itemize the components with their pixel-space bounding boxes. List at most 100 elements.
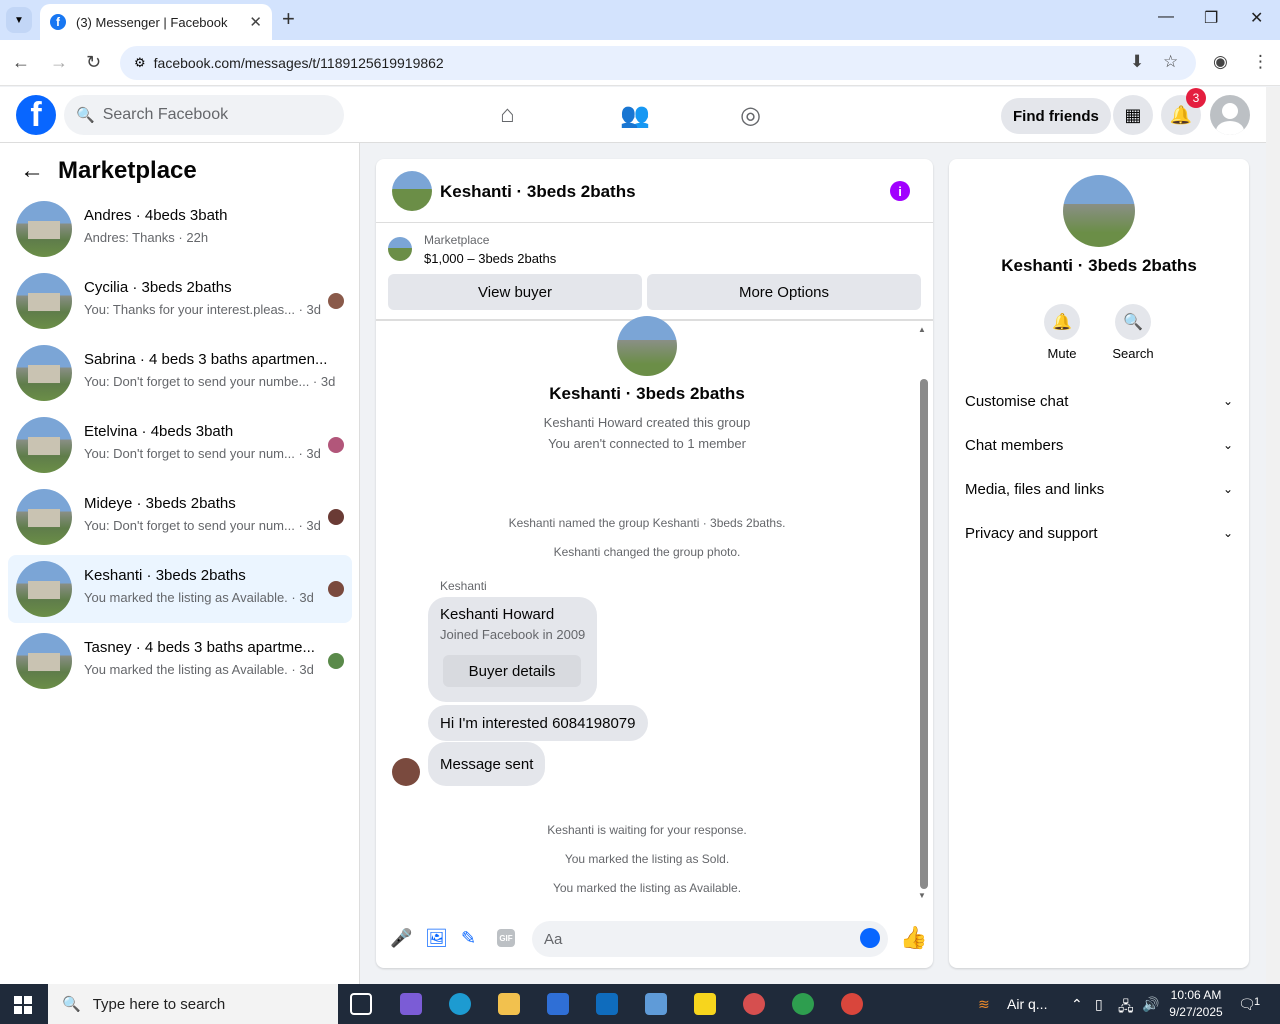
window-close-icon[interactable]: ✕: [1250, 8, 1263, 28]
notification-badge: 3: [1186, 88, 1206, 108]
chevron-up-icon[interactable]: ⌃: [1071, 996, 1083, 1013]
message-bubble[interactable]: Message sent: [428, 742, 546, 786]
conversation-item[interactable]: Tasney · 4 beds 3 baths apartme... You m…: [8, 627, 352, 695]
scroll-down-icon[interactable]: ▼: [918, 891, 926, 900]
outlook-icon[interactable]: [596, 993, 618, 1015]
search-action[interactable]: 🔍 Search: [1103, 304, 1163, 361]
emoji-icon[interactable]: [860, 928, 880, 948]
chevron-down-icon: ⌄: [1222, 394, 1233, 408]
photo-icon[interactable]: 🖼: [425, 928, 448, 949]
microphone-icon[interactable]: 🎤: [390, 928, 412, 949]
app-icon[interactable]: [645, 993, 667, 1015]
back-icon[interactable]: ←: [12, 52, 30, 73]
sender-avatar[interactable]: [392, 758, 420, 786]
conversation-item[interactable]: Etelvina · 4beds 3bath You: Don't forget…: [8, 411, 352, 479]
customise-chat-section[interactable]: Customise chat ⌄: [965, 389, 1233, 413]
listing-thumbnail: [16, 489, 72, 545]
section-label: Chat members: [965, 436, 1064, 454]
chat-header: Keshanti · 3beds 2baths i: [376, 159, 933, 223]
chevron-down-icon: ▼: [14, 14, 24, 26]
info-icon[interactable]: i: [890, 181, 910, 201]
privacy-support-section[interactable]: Privacy and support ⌄: [965, 521, 1233, 545]
scroll-up-icon[interactable]: ▲: [918, 325, 926, 334]
facebook-search-input[interactable]: 🔍 Search Facebook: [64, 95, 344, 135]
url-text: facebook.com/messages/t/1189125619919862: [153, 55, 444, 71]
media-files-section[interactable]: Media, files and links ⌄: [965, 477, 1233, 501]
paint-icon[interactable]: [743, 993, 765, 1015]
gif-icon[interactable]: GIF: [497, 929, 515, 947]
mute-action[interactable]: 🔔 Mute: [1032, 304, 1092, 361]
group-avatar-large: [1063, 175, 1135, 247]
copilot-icon[interactable]: [400, 993, 422, 1015]
menu-grid-icon[interactable]: ▦: [1113, 95, 1153, 135]
find-friends-button[interactable]: Find friends: [1001, 98, 1111, 134]
conversation-item-active[interactable]: Keshanti · 3beds 2baths You marked the l…: [8, 555, 352, 623]
conversation-item[interactable]: Cycilia · 3beds 2baths You: Thanks for y…: [8, 267, 352, 335]
conversation-name: Etelvina · 4beds 3bath: [84, 423, 234, 440]
reload-icon[interactable]: ↻: [86, 52, 101, 73]
conversation-item[interactable]: Mideye · 3beds 2baths You: Don't forget …: [8, 483, 352, 551]
install-app-icon[interactable]: ⬇: [1130, 52, 1144, 72]
conversation-preview: You marked the listing as Available. · 3…: [84, 590, 314, 605]
store-icon[interactable]: [547, 993, 569, 1015]
network-icon[interactable]: 🖧: [1118, 996, 1134, 1020]
back-arrow-icon[interactable]: ←: [20, 157, 44, 185]
windows-start-icon[interactable]: [14, 996, 32, 1014]
listing-thumbnail: [16, 417, 72, 473]
device-icon[interactable]: ▯: [1095, 996, 1103, 1013]
tab-search-button[interactable]: ▼: [6, 7, 32, 33]
friends-icon[interactable]: 👥: [620, 101, 650, 130]
view-buyer-button[interactable]: View buyer: [388, 274, 642, 310]
browser-tab[interactable]: f (3) Messenger | Facebook ✕: [40, 4, 272, 40]
profile-icon[interactable]: ◉: [1213, 52, 1228, 72]
air-quality-icon[interactable]: ≋: [978, 996, 990, 1013]
marketplace-header: ← Marketplace: [20, 157, 197, 185]
message-bubble[interactable]: Hi I'm interested 6084198079: [428, 705, 648, 741]
restore-icon[interactable]: ❐: [1204, 8, 1218, 28]
group-photo-event: Keshanti changed the group photo.: [553, 545, 741, 559]
chat-scrollbar[interactable]: ▲ ▼: [918, 323, 930, 900]
home-icon[interactable]: ⌂: [500, 101, 515, 129]
group-name: Keshanti · 3beds 2baths: [549, 384, 745, 403]
minimize-icon[interactable]: —: [1158, 8, 1174, 26]
file-explorer-icon[interactable]: [498, 993, 520, 1015]
scrollbar-thumb[interactable]: [920, 379, 928, 889]
conversation-item[interactable]: Andres · 4beds 3bath Andres: Thanks · 22…: [8, 195, 352, 263]
conversation-item[interactable]: Sabrina · 4 beds 3 baths apartmen... You…: [8, 339, 352, 407]
chat-title[interactable]: Keshanti · 3beds 2baths: [440, 182, 636, 202]
chat-avatar[interactable]: [392, 171, 432, 211]
more-options-button[interactable]: More Options: [647, 274, 921, 310]
sticky-notes-icon[interactable]: [694, 993, 716, 1015]
task-view-icon[interactable]: [350, 993, 372, 1015]
buyer-details-button[interactable]: Buyer details: [443, 655, 581, 687]
page-scrollbar[interactable]: [1266, 87, 1280, 984]
weather-text[interactable]: Air q...: [1007, 996, 1047, 1012]
sticker-icon[interactable]: ✎: [461, 928, 476, 949]
conversation-preview: You marked the listing as Available. · 3…: [84, 662, 314, 677]
seen-avatar: [328, 581, 344, 597]
bookmark-star-icon[interactable]: ☆: [1163, 52, 1178, 72]
account-avatar[interactable]: [1210, 95, 1250, 135]
chat-members-section[interactable]: Chat members ⌄: [965, 433, 1233, 457]
chrome-active-icon[interactable]: [841, 993, 863, 1015]
address-bar[interactable]: ⚙ facebook.com/messages/t/11891256199198…: [120, 46, 1196, 80]
forward-icon[interactable]: →: [50, 52, 68, 73]
listing-thumbnail: [16, 633, 72, 689]
browser-menu-icon[interactable]: ⋮: [1252, 52, 1269, 72]
edge-icon[interactable]: [449, 993, 471, 1015]
chrome-icon[interactable]: [792, 993, 814, 1015]
facebook-logo-icon[interactable]: f: [16, 95, 56, 135]
search-icon: 🔍: [1115, 304, 1151, 340]
conversation-preview: You: Don't forget to send your numbe... …: [84, 374, 336, 389]
volume-icon[interactable]: 🔊: [1142, 996, 1159, 1013]
taskbar-search[interactable]: 🔍 Type here to search: [48, 984, 338, 1024]
taskbar-clock[interactable]: 10:06 AM 9/27/2025: [1166, 987, 1226, 1021]
site-settings-icon[interactable]: ⚙: [134, 55, 146, 71]
section-label: Customise chat: [965, 392, 1069, 410]
groups-icon[interactable]: ◎: [740, 101, 761, 130]
thumbs-up-icon[interactable]: 👍: [900, 925, 927, 951]
conversation-name: Keshanti · 3beds 2baths: [84, 567, 246, 584]
close-tab-icon[interactable]: ✕: [249, 13, 262, 31]
new-tab-button[interactable]: +: [282, 8, 295, 30]
message-input[interactable]: Aa: [532, 921, 888, 957]
